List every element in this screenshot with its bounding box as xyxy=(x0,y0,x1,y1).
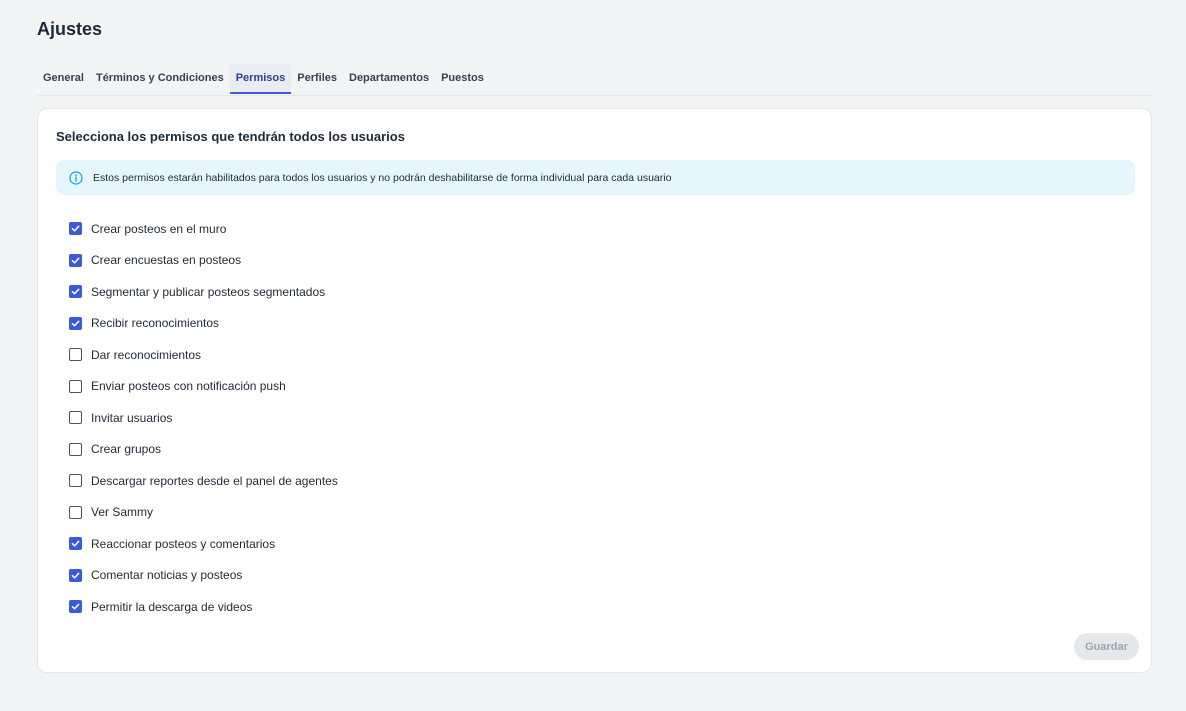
checkbox-unchecked[interactable] xyxy=(69,411,82,425)
checkmark-icon xyxy=(71,540,80,547)
checkbox-checked[interactable] xyxy=(69,568,82,582)
permission-item[interactable]: Recibir reconocimientos xyxy=(69,308,338,340)
permission-label: Crear posteos en el muro xyxy=(91,221,227,236)
info-text: Estos permisos estarán habilitados para … xyxy=(93,171,672,184)
permission-label: Comentar noticias y posteos xyxy=(91,568,243,583)
permission-label: Enviar posteos con notificación push xyxy=(91,379,286,394)
permission-label: Crear grupos xyxy=(91,442,162,457)
permission-item[interactable]: Segmentar y publicar posteos segmentados xyxy=(69,276,338,308)
permission-item[interactable]: Ver Sammy xyxy=(69,497,338,529)
checkbox-checked[interactable] xyxy=(69,285,82,299)
checkmark-icon xyxy=(71,225,80,232)
permission-label: Permitir la descarga de videos xyxy=(91,599,253,614)
permission-item[interactable]: Crear grupos xyxy=(69,434,338,466)
tab-permisos[interactable]: Permisos xyxy=(229,64,292,94)
checkbox-checked[interactable] xyxy=(69,253,82,267)
page-title: Ajustes xyxy=(37,19,103,39)
checkbox-unchecked[interactable] xyxy=(69,474,82,488)
save-button[interactable]: Guardar xyxy=(1074,633,1139,660)
permission-item[interactable]: Comentar noticias y posteos xyxy=(69,560,338,592)
permission-item[interactable]: Descargar reportes desde el panel de age… xyxy=(69,465,338,497)
permission-label: Invitar usuarios xyxy=(91,410,173,425)
tab-terminos-y-condiciones[interactable]: Términos y Condiciones xyxy=(90,64,230,94)
checkmark-icon xyxy=(71,603,80,610)
tab-general[interactable]: General xyxy=(37,64,90,94)
permission-item[interactable]: Reaccionar posteos y comentarios xyxy=(69,528,338,560)
checkbox-checked[interactable] xyxy=(69,537,82,551)
permission-item[interactable]: Invitar usuarios xyxy=(69,402,338,434)
settings-tabs: General Términos y Condiciones Permisos Per… xyxy=(37,64,1153,96)
checkmark-icon xyxy=(71,320,80,327)
permission-label: Recibir reconocimientos xyxy=(91,316,220,331)
permission-item[interactable]: Enviar posteos con notificación push xyxy=(69,371,338,403)
permission-item[interactable]: Crear encuestas en posteos xyxy=(69,245,338,277)
checkbox-unchecked[interactable] xyxy=(69,348,82,362)
permission-item[interactable]: Crear posteos en el muro xyxy=(69,213,338,245)
tab-departamentos[interactable]: Departamentos xyxy=(343,64,435,94)
info-banner: Estos permisos estarán habilitados para … xyxy=(56,160,1135,195)
tab-puestos[interactable]: Puestos xyxy=(435,64,490,94)
checkbox-checked[interactable] xyxy=(69,222,82,236)
settings-page: Ajustes General Términos y Condiciones Per… xyxy=(0,0,1186,711)
checkmark-icon xyxy=(71,257,80,264)
checkbox-checked[interactable] xyxy=(69,316,82,330)
permission-label: Ver Sammy xyxy=(91,505,154,520)
permission-label: Segmentar y publicar posteos segmentados xyxy=(91,284,326,299)
info-circle-icon xyxy=(68,170,83,185)
tab-perfiles[interactable]: Perfiles xyxy=(291,64,343,94)
permission-label: Dar reconocimientos xyxy=(91,347,202,362)
permissions-list: Crear posteos en el muro Crear encuestas … xyxy=(69,213,338,623)
permission-item[interactable]: Dar reconocimientos xyxy=(69,339,338,371)
checkbox-unchecked[interactable] xyxy=(69,379,82,393)
permission-item[interactable]: Permitir la descarga de videos xyxy=(69,591,338,623)
checkbox-unchecked[interactable] xyxy=(69,442,82,456)
permission-label: Descargar reportes desde el panel de age… xyxy=(91,473,338,488)
permissions-card: Selecciona los permisos que tendrán todo… xyxy=(37,108,1152,673)
checkbox-unchecked[interactable] xyxy=(69,505,82,519)
checkbox-checked[interactable] xyxy=(69,600,82,614)
checkmark-icon xyxy=(71,572,80,579)
permission-label: Reaccionar posteos y comentarios xyxy=(91,536,276,551)
card-title: Selecciona los permisos que tendrán todo… xyxy=(56,129,405,144)
checkmark-icon xyxy=(71,288,80,295)
permission-label: Crear encuestas en posteos xyxy=(91,253,242,268)
